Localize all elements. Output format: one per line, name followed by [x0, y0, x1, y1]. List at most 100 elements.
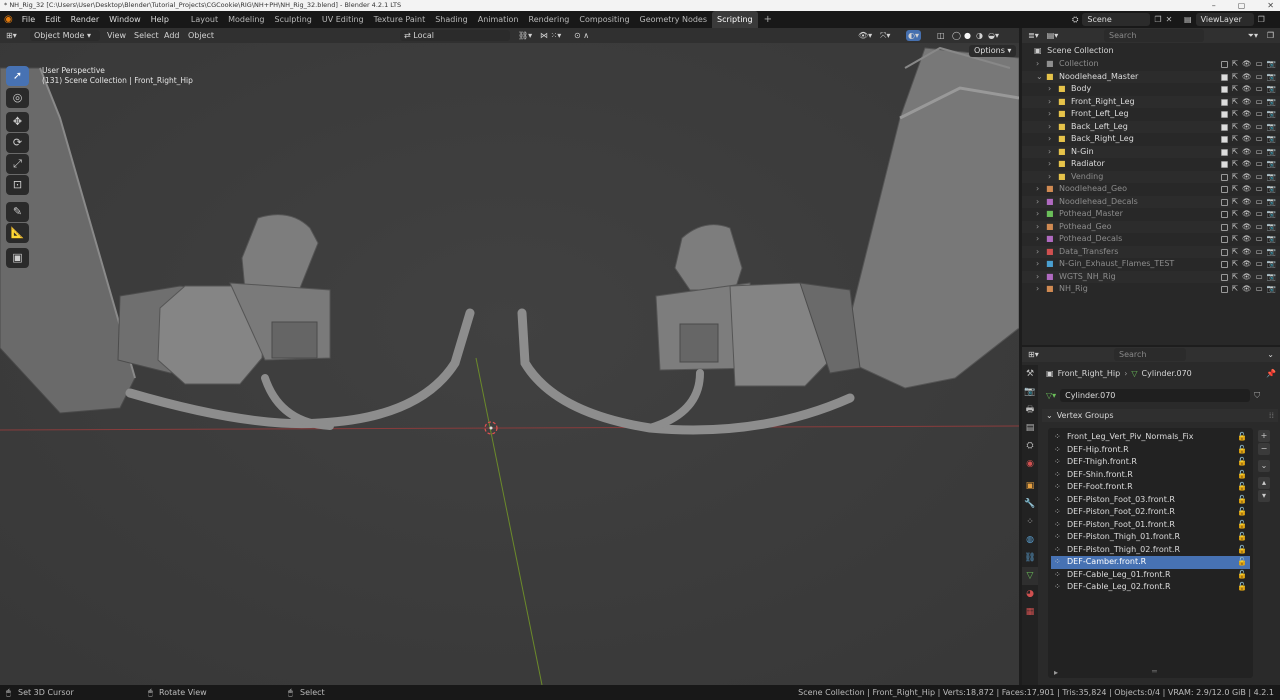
outliner-item[interactable]: › ■ Back_Right_Leg ⇱ 👁 ▭ 📷 — [1022, 133, 1280, 146]
lock-icon[interactable]: 🔓 — [1237, 431, 1247, 444]
outliner-item[interactable]: › ■ Noodlehead_Geo ⇱ 👁 ▭ 📷 — [1022, 183, 1280, 196]
particles-tab-icon[interactable]: ⁘ — [1022, 513, 1038, 531]
menu-window[interactable]: Window — [104, 11, 146, 28]
render-toggle-icon[interactable]: 📷 — [1267, 158, 1276, 171]
list-filter-toggle-icon[interactable]: ▸ — [1054, 668, 1058, 677]
shading-solid-icon[interactable]: ● — [964, 30, 971, 41]
add-group-icon[interactable]: + — [1258, 430, 1270, 442]
hide-toggle-icon[interactable]: 👁 — [1242, 283, 1252, 296]
select-toggle-icon[interactable]: ⇱ — [1232, 271, 1238, 284]
texture-tab-icon[interactable]: ▦ — [1022, 603, 1038, 621]
render-toggle-icon[interactable]: 📷 — [1267, 108, 1276, 121]
hide-toggle-icon[interactable]: 👁 — [1242, 121, 1252, 134]
select-toggle-icon[interactable]: ⇱ — [1232, 96, 1238, 109]
select-toggle-icon[interactable]: ⇱ — [1232, 171, 1238, 184]
exclude-checkbox[interactable] — [1220, 198, 1228, 206]
lock-icon[interactable]: 🔓 — [1237, 444, 1247, 457]
new-viewlayer-icon[interactable]: ❐ — [1258, 15, 1265, 24]
vertex-group-row[interactable]: ⁘ Front_Leg_Vert_Piv_Normals_Fix 🔓 — [1051, 431, 1250, 444]
viewport-toggle-icon[interactable]: ▭ — [1256, 83, 1263, 96]
transform-orientation-dropdown[interactable]: ⇄ Local — [400, 30, 510, 41]
viewport-toggle-icon[interactable]: ▭ — [1256, 233, 1263, 246]
maximize-icon[interactable]: ▢ — [1238, 0, 1246, 11]
exclude-checkbox[interactable] — [1220, 236, 1228, 243]
render-toggle-icon[interactable]: 📷 — [1267, 221, 1276, 234]
select-toggle-icon[interactable]: ⇱ — [1232, 71, 1238, 84]
vertex-group-row[interactable]: ⁘ DEF-Thigh.front.R 🔓 — [1051, 456, 1250, 469]
outliner-item[interactable]: › ■ WGTS_NH_Rig ⇱ 👁 ▭ 📷 — [1022, 270, 1280, 284]
hide-toggle-icon[interactable]: 👁 — [1242, 83, 1252, 96]
editor-type-icon[interactable]: ⊞▾ — [6, 30, 17, 41]
hide-toggle-icon[interactable]: 👁 — [1242, 133, 1252, 146]
outliner-item[interactable]: › ■ Back_Left_Leg ⇱ 👁 ▭ 📷 — [1022, 120, 1280, 134]
expand-arrow-icon[interactable]: › — [1036, 258, 1039, 271]
exclude-checkbox[interactable] — [1220, 261, 1228, 268]
snap-icon[interactable]: ⋈ ⁙▾ — [540, 30, 561, 41]
hide-toggle-icon[interactable]: 👁 — [1242, 146, 1252, 159]
hide-toggle-icon[interactable]: 👁 — [1242, 258, 1252, 271]
outliner-item[interactable]: › ■ N-Gin_Exhaust_Flames_TEST ⇱ 👁 ▭ 📷 — [1022, 258, 1280, 271]
expand-arrow-icon[interactable]: › — [1048, 133, 1051, 146]
menu-help[interactable]: Help — [146, 11, 174, 28]
select-toggle-icon[interactable]: ⇱ — [1232, 233, 1238, 246]
vertex-group-row[interactable]: ⁘ DEF-Piston_Foot_02.front.R 🔓 — [1051, 506, 1250, 519]
lock-icon[interactable]: 🔓 — [1237, 506, 1247, 519]
remove-group-icon[interactable]: − — [1258, 443, 1270, 455]
select-toggle-icon[interactable]: ⇱ — [1232, 196, 1238, 209]
select-toggle-icon[interactable]: ⇱ — [1232, 283, 1238, 296]
select-box-tool[interactable]: ➚ — [6, 66, 29, 86]
options-dropdown[interactable]: Options ▾ — [969, 45, 1017, 57]
exclude-checkbox[interactable] — [1220, 173, 1228, 181]
vertex-group-row[interactable]: ⁘ DEF-Cable_Leg_02.front.R 🔓 — [1051, 581, 1250, 594]
render-toggle-icon[interactable]: 📷 — [1267, 58, 1276, 71]
lock-icon[interactable]: 🔓 — [1237, 531, 1247, 544]
visibility-icon[interactable]: 👁▾ — [858, 30, 872, 41]
exclude-checkbox[interactable] — [1220, 136, 1228, 143]
breadcrumb-object[interactable]: Front_Right_Hip — [1058, 369, 1121, 378]
properties-editor-icon[interactable]: ⊞▾ — [1028, 350, 1039, 359]
outliner-item[interactable]: › ■ NH_Rig ⇱ 👁 ▭ 📷 — [1022, 283, 1280, 296]
mesh-name-field[interactable]: Cylinder.070 — [1060, 389, 1251, 402]
viewport-toggle-icon[interactable]: ▭ — [1256, 58, 1263, 71]
select-toggle-icon[interactable]: ⇱ — [1232, 208, 1238, 221]
menu-edit[interactable]: Edit — [40, 11, 66, 28]
expand-arrow-icon[interactable]: › — [1036, 183, 1039, 196]
render-toggle-icon[interactable]: 📷 — [1267, 246, 1276, 259]
outliner-item[interactable]: ⌄ ■ Noodlehead_Master ⇱ 👁 ▭ 📷 — [1022, 70, 1280, 84]
outliner-item[interactable]: › ■ Front_Right_Leg ⇱ 👁 ▭ 📷 — [1022, 95, 1280, 109]
exclude-checkbox[interactable] — [1220, 86, 1228, 93]
expand-arrow-icon[interactable]: ⌄ — [1036, 71, 1043, 84]
view-layer-tab-icon[interactable]: ▤ — [1022, 419, 1038, 437]
tab-shading[interactable]: Shading — [430, 11, 473, 28]
scene-icon[interactable]: ⛭ — [1072, 15, 1078, 25]
exclude-checkbox[interactable] — [1220, 286, 1228, 293]
vertex-group-row[interactable]: ⁘ DEF-Hip.front.R 🔓 — [1051, 444, 1250, 457]
lock-icon[interactable]: 🔓 — [1237, 481, 1247, 494]
outliner-item[interactable]: › ■ Collection ⇱ 👁 ▭ 📷 — [1022, 58, 1280, 71]
exclude-checkbox[interactable] — [1220, 148, 1228, 156]
modifier-tab-icon[interactable]: 🔧 — [1022, 495, 1038, 513]
hide-toggle-icon[interactable]: 👁 — [1242, 271, 1252, 284]
cursor-tool[interactable]: ◎ — [6, 88, 29, 108]
outliner-item[interactable]: › ■ Pothead_Geo ⇱ 👁 ▭ 📷 — [1022, 220, 1280, 234]
select-toggle-icon[interactable]: ⇱ — [1232, 258, 1238, 271]
exclude-checkbox[interactable] — [1220, 211, 1228, 218]
select-toggle-icon[interactable]: ⇱ — [1232, 146, 1238, 159]
render-toggle-icon[interactable]: 📷 — [1267, 146, 1276, 159]
add-cube-tool[interactable]: ▣ — [6, 248, 29, 268]
move-tool[interactable]: ✥ — [6, 112, 29, 132]
tool-tab-icon[interactable]: ⚒ — [1022, 365, 1038, 383]
render-toggle-icon[interactable]: 📷 — [1267, 233, 1276, 246]
outliner-item[interactable]: › ■ Front_Left_Leg ⇱ 👁 ▭ 📷 — [1022, 108, 1280, 121]
select-toggle-icon[interactable]: ⇱ — [1232, 133, 1238, 146]
viewport-toggle-icon[interactable]: ▭ — [1256, 271, 1263, 284]
properties-search-input[interactable]: Search — [1114, 348, 1186, 361]
select-toggle-icon[interactable]: ⇱ — [1232, 158, 1238, 171]
viewport-toggle-icon[interactable]: ▭ — [1256, 196, 1263, 209]
viewport-toggle-icon[interactable]: ▭ — [1256, 108, 1263, 121]
tab-scripting[interactable]: Scripting — [712, 11, 758, 28]
add-workspace-icon[interactable]: + — [764, 14, 772, 25]
tab-sculpting[interactable]: Sculpting — [270, 11, 317, 28]
viewport-toggle-icon[interactable]: ▭ — [1256, 183, 1263, 196]
display-mode-icon[interactable]: ▤▾ — [1047, 31, 1059, 40]
